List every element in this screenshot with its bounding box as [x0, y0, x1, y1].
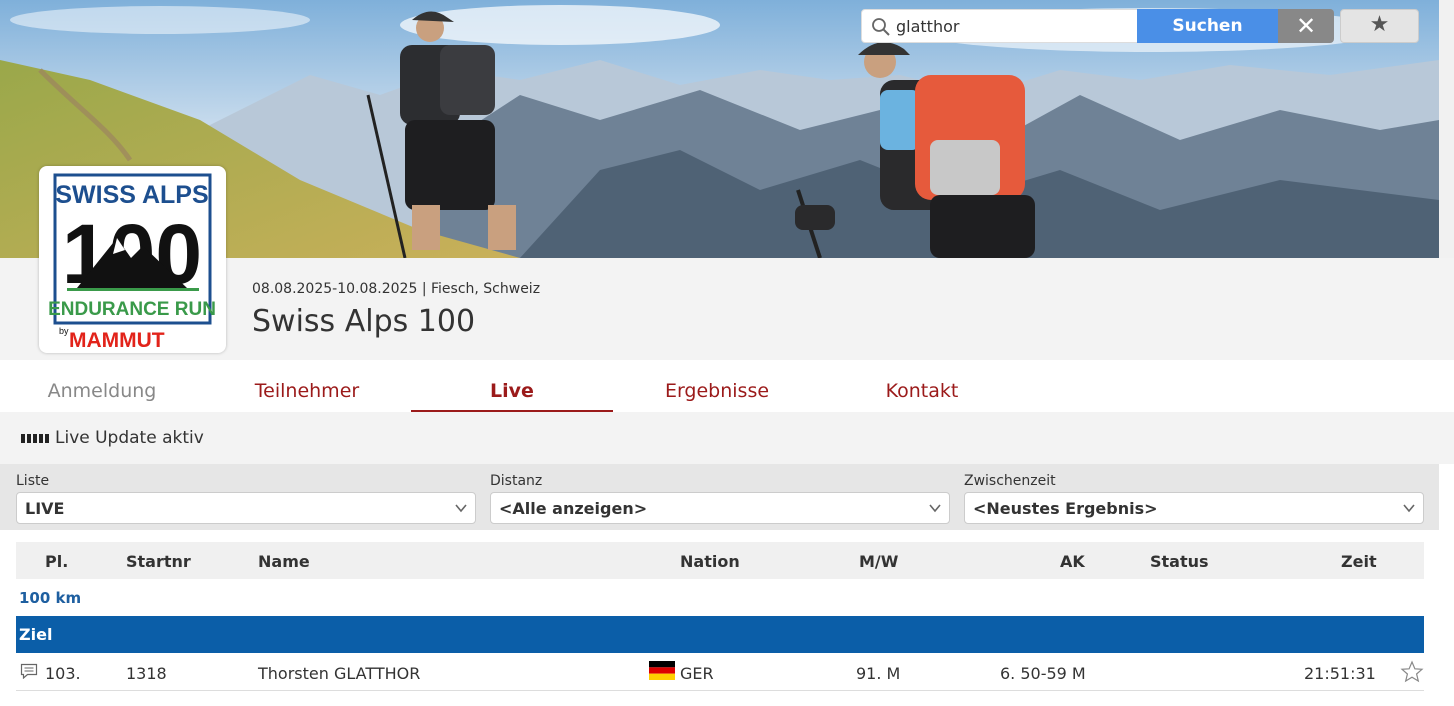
col-gender[interactable]: M/W	[859, 552, 898, 571]
svg-text:ENDURANCE RUN: ENDURANCE RUN	[48, 299, 216, 320]
tab-ergebnisse[interactable]: Ergebnisse	[617, 360, 817, 412]
search-icon	[872, 18, 890, 36]
tab-teilnehmer[interactable]: Teilnehmer	[207, 360, 407, 412]
cell-bib: 1318	[126, 664, 167, 683]
cell-age-group: 6. 50-59 M	[1000, 664, 1086, 683]
cell-gender: 91. M	[856, 664, 901, 683]
star-icon: ★	[1369, 12, 1390, 37]
search-button[interactable]: Suchen	[1137, 9, 1278, 43]
main-tabs: Anmeldung Teilnehmer Live Ergebnisse Kon…	[0, 360, 1454, 412]
filter-zwischenzeit-label: Zwischenzeit	[964, 473, 1056, 489]
subgroup-heading: Ziel	[16, 616, 1424, 653]
close-icon: ✕	[1295, 12, 1317, 40]
page-scrollbar[interactable]	[1439, 0, 1454, 258]
col-place[interactable]: Pl.	[45, 552, 68, 571]
col-time[interactable]: Zeit	[1341, 552, 1377, 571]
live-signal-icon	[21, 433, 49, 443]
comment-icon[interactable]	[20, 663, 38, 679]
event-date-location: 08.08.2025-10.08.2025 | Fiesch, Schweiz	[252, 281, 541, 297]
tab-kontakt[interactable]: Kontakt	[822, 360, 1022, 412]
tab-live[interactable]: Live	[411, 360, 613, 412]
chevron-down-icon	[1403, 504, 1415, 513]
results-table-header: Pl. Startnr Name Nation M/W AK Status Ze…	[16, 542, 1424, 579]
germany-flag-icon	[649, 661, 675, 680]
col-name[interactable]: Name	[258, 552, 310, 571]
chevron-down-icon	[455, 504, 467, 513]
col-status[interactable]: Status	[1150, 552, 1209, 571]
filter-distanz-value: <Alle anzeigen>	[499, 499, 648, 518]
cell-name[interactable]: Thorsten GLATTHOR	[258, 664, 420, 683]
search-box[interactable]	[861, 9, 1138, 43]
chevron-down-icon	[929, 504, 941, 513]
event-title: Swiss Alps 100	[252, 304, 476, 339]
col-nation[interactable]: Nation	[680, 552, 740, 571]
svg-text:SWISS ALPS: SWISS ALPS	[55, 181, 208, 209]
filter-liste-value: LIVE	[25, 499, 65, 518]
results-toolbar: Live Update aktiv	[0, 412, 1454, 464]
search-input[interactable]	[896, 10, 1136, 42]
event-logo: SWISS ALPS 100 ENDURANCE RUN by MAMMUT	[39, 166, 226, 353]
cell-place: 103.	[45, 664, 81, 683]
filter-bar: Liste LIVE Distanz <Alle anzeigen> Zwisc…	[0, 464, 1439, 530]
filter-zwischenzeit-select[interactable]: <Neustes Ergebnis>	[964, 492, 1424, 524]
clear-search-button[interactable]: ✕	[1278, 9, 1334, 43]
cell-time: 21:51:31	[1304, 664, 1376, 683]
col-bib[interactable]: Startnr	[126, 552, 191, 571]
group-heading: 100 km	[19, 589, 82, 607]
filter-distanz-select[interactable]: <Alle anzeigen>	[490, 492, 950, 524]
col-age-group[interactable]: AK	[1060, 552, 1085, 571]
swiss-alps-100-logo: SWISS ALPS 100 ENDURANCE RUN by MAMMUT	[48, 173, 216, 352]
svg-text:by: by	[59, 326, 69, 336]
filter-distanz-label: Distanz	[490, 473, 543, 489]
favorites-button[interactable]: ★	[1340, 9, 1419, 43]
table-row[interactable]: 103. 1318 Thorsten GLATTHOR GER 91. M 6.…	[16, 653, 1424, 691]
favorite-star-icon[interactable]	[1400, 660, 1424, 684]
live-status-text: Live Update aktiv	[55, 428, 204, 448]
filter-zwischenzeit-value: <Neustes Ergebnis>	[973, 499, 1158, 518]
svg-text:MAMMUT: MAMMUT	[69, 329, 165, 352]
filter-liste-select[interactable]: LIVE	[16, 492, 476, 524]
cell-nation: GER	[680, 664, 714, 683]
filter-liste-label: Liste	[16, 473, 50, 489]
tab-anmeldung[interactable]: Anmeldung	[12, 360, 192, 412]
live-update-indicator: Live Update aktiv	[21, 428, 204, 448]
